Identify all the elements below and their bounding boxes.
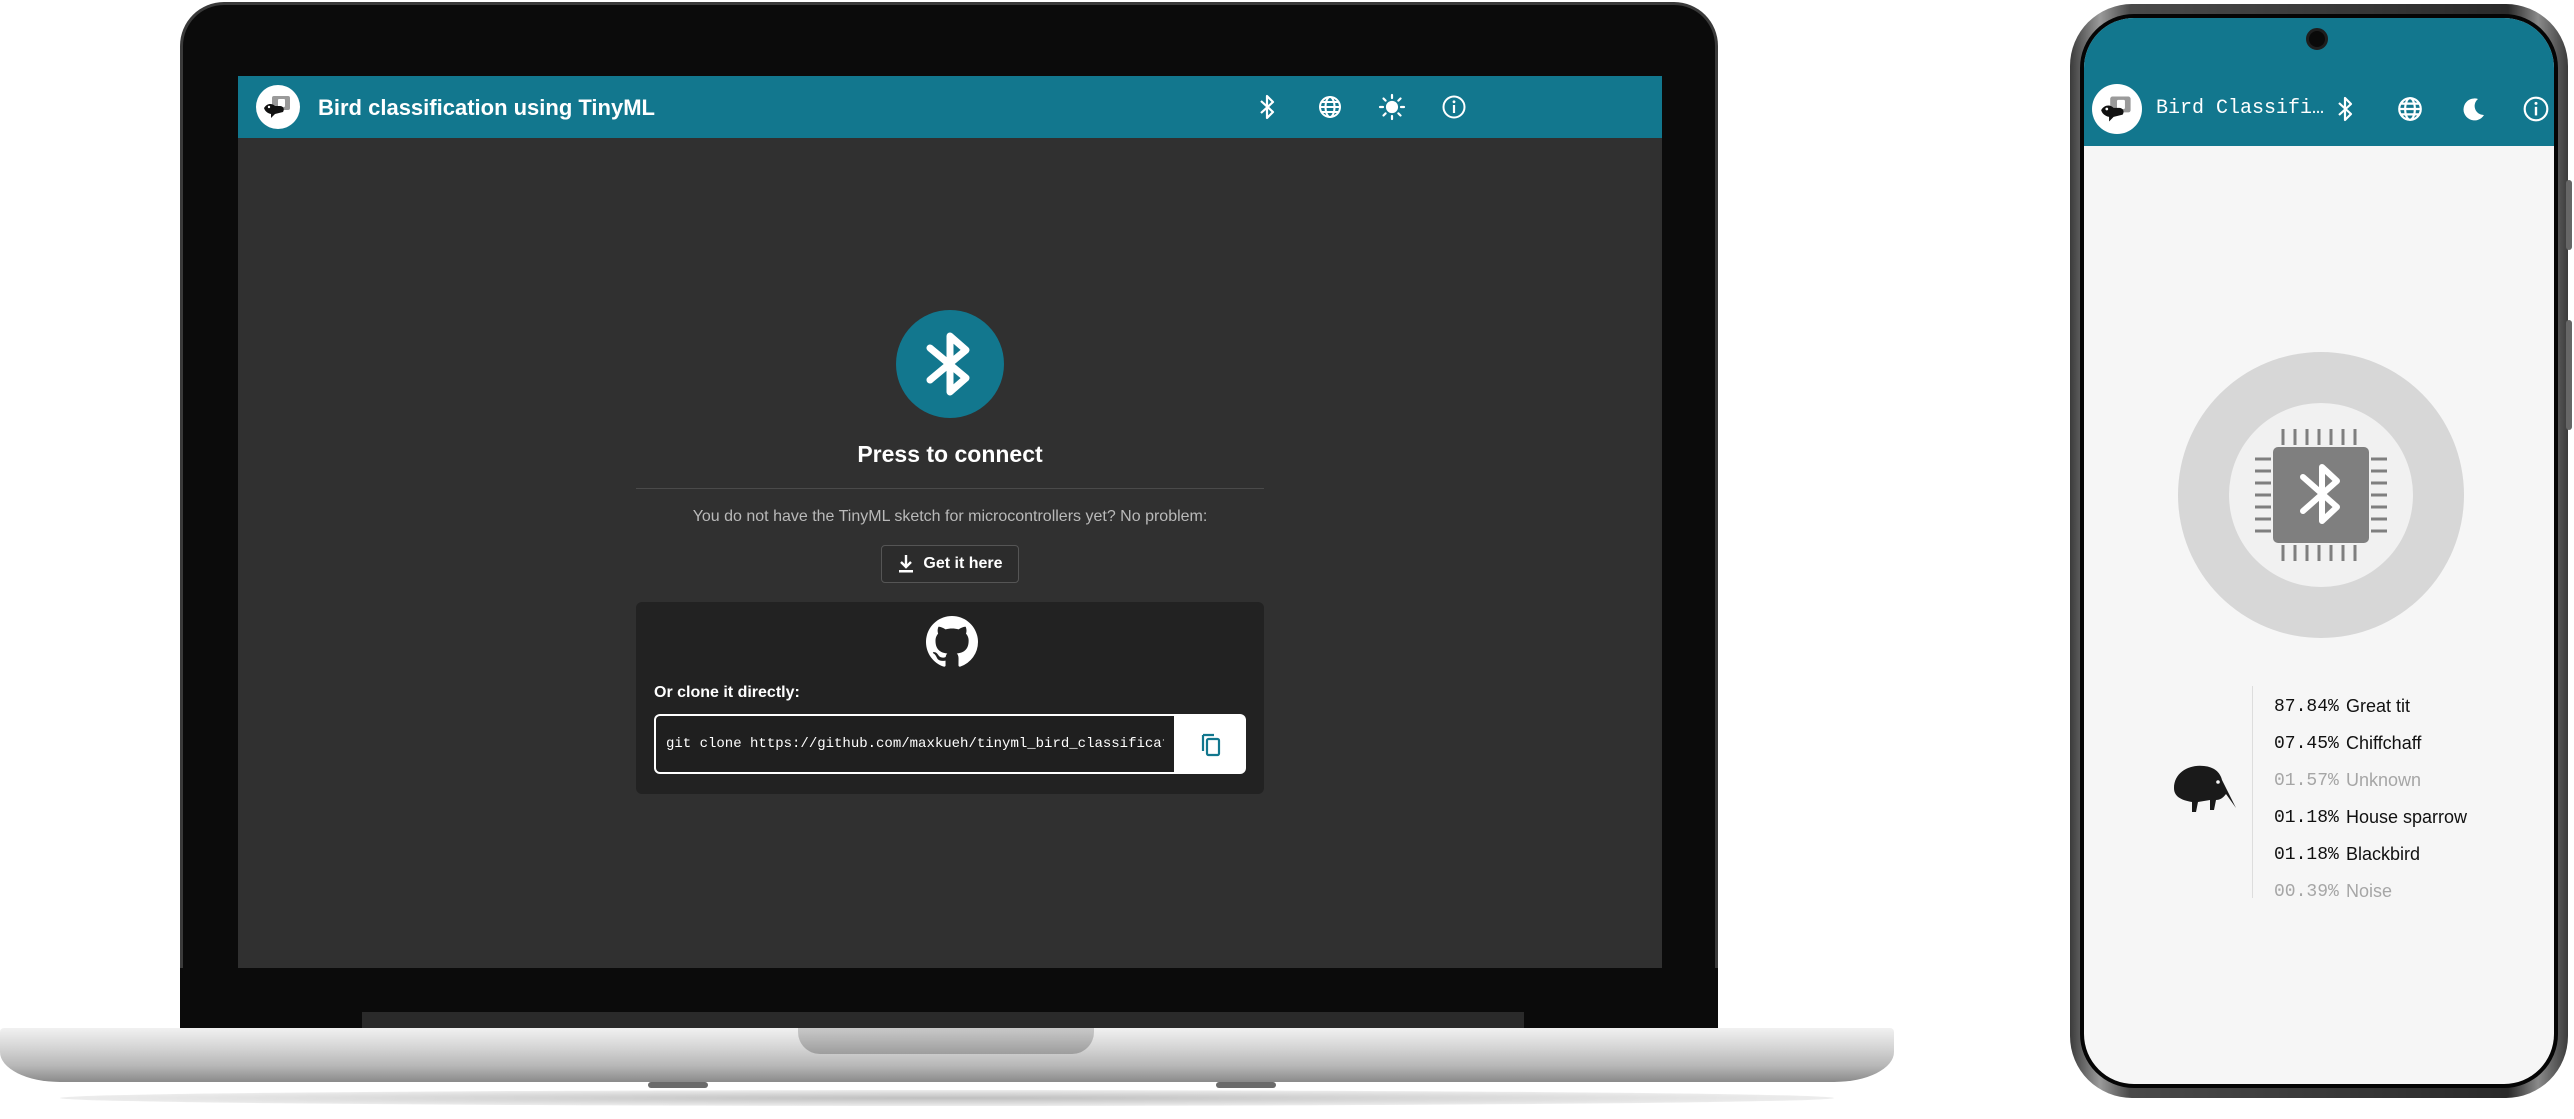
copy-button[interactable] xyxy=(1186,722,1234,766)
result-label: House sparrow xyxy=(2346,807,2468,827)
app-logo[interactable] xyxy=(256,85,300,129)
result-row: 07.45% Chiffchaff xyxy=(2274,725,2467,762)
result-label: Blackbird xyxy=(2346,844,2421,864)
results-divider xyxy=(2252,686,2253,898)
chip-bluetooth-icon xyxy=(2255,429,2387,561)
phone-app-title: Bird Classifi… xyxy=(2156,97,2325,120)
result-percent: 01.18% xyxy=(2274,807,2339,828)
info-icon[interactable] xyxy=(2520,93,2552,125)
result-row: 01.18% Blackbird xyxy=(2274,836,2467,873)
laptop-foot xyxy=(1216,1082,1276,1088)
download-icon xyxy=(899,555,914,573)
moon-icon[interactable] xyxy=(2458,93,2490,125)
sketch-message: You do not have the TinyML sketch for mi… xyxy=(692,508,1208,525)
phone-power-button xyxy=(2566,320,2572,430)
laptop-screen: Bird classification using TinyML Press t… xyxy=(238,76,1662,968)
result-row: 00.39% Noise xyxy=(2274,873,2467,910)
phone-app-bar: Bird Classifi… xyxy=(2084,18,2554,146)
result-label: Noise xyxy=(2346,881,2393,901)
front-camera xyxy=(2306,28,2328,50)
result-row: 01.18% House sparrow xyxy=(2274,799,2467,836)
connect-button[interactable] xyxy=(896,310,1004,418)
bird-logo-icon xyxy=(264,96,290,118)
phone-volume-button xyxy=(2566,180,2572,250)
result-percent: 87.84% xyxy=(2274,696,2339,717)
result-row: 01.57% Unknown xyxy=(2274,762,2467,799)
bluetooth-icon[interactable] xyxy=(1252,91,1284,123)
result-label: Unknown xyxy=(2346,770,2422,790)
result-label: Chiffchaff xyxy=(2346,733,2422,753)
result-row: 87.84% Great tit xyxy=(2274,688,2467,725)
clone-field xyxy=(654,714,1246,774)
device-mockup: Bird classification using TinyML Press t… xyxy=(0,0,2574,1119)
classification-results: 87.84% Great tit 07.45% Chiffchaff 01.57% Unk… xyxy=(2274,688,2467,910)
app-bar: Bird classification using TinyML xyxy=(238,76,1662,138)
bird-logo-icon xyxy=(2101,96,2131,122)
globe-icon[interactable] xyxy=(1314,91,1346,123)
get-sketch-button[interactable]: Get it here xyxy=(881,545,1019,583)
app-logo[interactable] xyxy=(2092,84,2142,134)
laptop-notch xyxy=(798,1028,1094,1054)
phone-screen: Bird Classifi… 87.84% Great tit 07.45% C… xyxy=(2084,18,2554,1084)
sun-icon[interactable] xyxy=(1376,91,1408,123)
get-sketch-label: Get it here xyxy=(923,555,1003,572)
info-icon[interactable] xyxy=(1438,91,1470,123)
github-icon[interactable] xyxy=(926,616,978,668)
result-percent: 07.45% xyxy=(2274,733,2339,754)
result-percent: 01.57% xyxy=(2274,770,2339,791)
globe-icon[interactable] xyxy=(2394,93,2426,125)
result-percent: 01.18% xyxy=(2274,844,2339,865)
kiwi-bird-icon xyxy=(2174,765,2236,812)
bluetooth-icon[interactable] xyxy=(2330,93,2362,125)
bluetooth-icon xyxy=(926,332,970,396)
laptop-shadow xyxy=(60,1090,1834,1106)
copy-icon xyxy=(1201,733,1221,757)
result-label: Great tit xyxy=(2346,696,2411,716)
clone-label: Or clone it directly: xyxy=(654,684,800,701)
divider xyxy=(636,488,1264,489)
clone-command-input[interactable] xyxy=(656,716,1174,772)
connect-label: Press to connect xyxy=(857,441,1043,467)
app-title: Bird classification using TinyML xyxy=(318,95,655,120)
laptop-foot xyxy=(648,1082,708,1088)
result-percent: 00.39% xyxy=(2274,881,2339,902)
clone-card: Or clone it directly: xyxy=(636,602,1264,794)
